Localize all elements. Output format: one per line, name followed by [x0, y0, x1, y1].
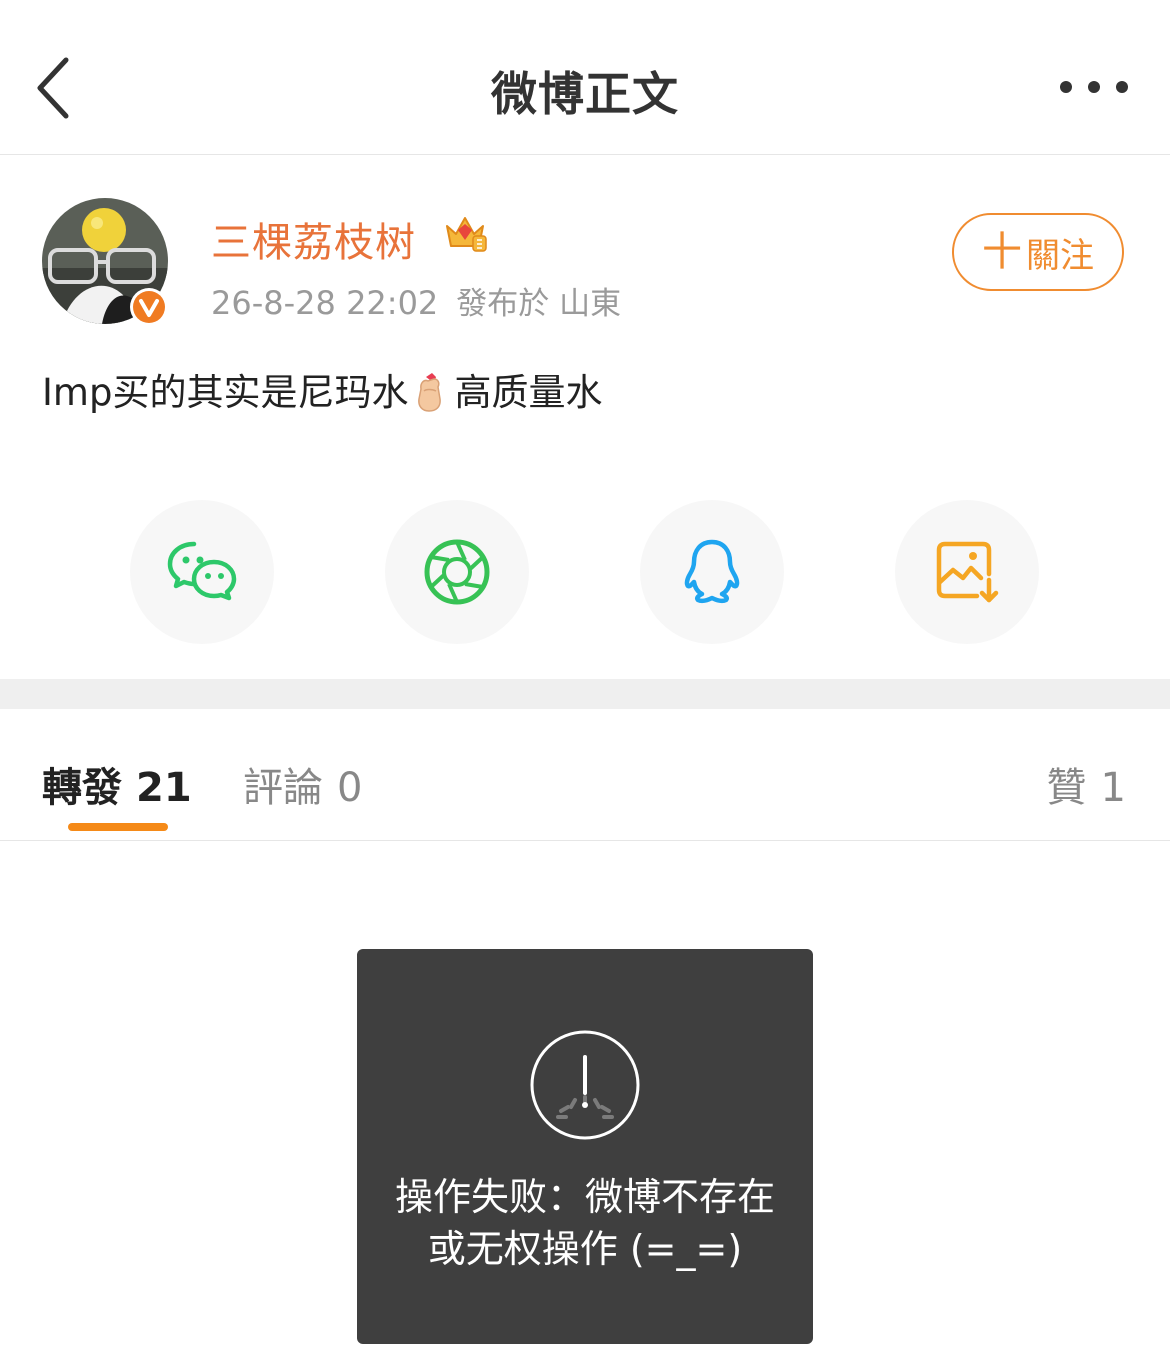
page-title: 微博正文 [491, 67, 679, 121]
post-timestamp: 26-8-28 22:02 [211, 284, 439, 322]
share-wechat-button[interactable] [130, 500, 274, 644]
toast-message: 操作失败：微博不存在或无权操作 (=_=) [394, 1175, 775, 1271]
plus-icon: 十 [982, 229, 1022, 275]
finger-heart-emoji-icon [418, 373, 442, 412]
exclamation-icon [530, 1030, 640, 1140]
nav-bar: 微博正文 [0, 0, 1170, 155]
share-qq-button[interactable] [640, 500, 784, 644]
more-horizontal-icon [1060, 81, 1128, 93]
follow-button[interactable]: 十 關注 [952, 213, 1124, 291]
interaction-tabs: 轉發 21 評論 0 贊1 [0, 709, 1170, 841]
active-tab-indicator [68, 823, 168, 831]
post-content: Imp买的其实是尼玛水 高质量水 [42, 362, 602, 416]
tab-reposts[interactable]: 轉發 21 [42, 755, 192, 813]
post-text-start: Imp买的其实是尼玛水 [42, 371, 409, 414]
follow-label: 關注 [1026, 235, 1094, 276]
wechat-icon [167, 541, 237, 601]
tab-reposts-count: 21 [136, 765, 192, 811]
tab-comments-label: 評論 [243, 765, 323, 811]
tab-comments-count: 0 [337, 765, 363, 811]
save-image-button[interactable] [895, 500, 1039, 644]
post-text-end: 高质量水 [454, 371, 603, 414]
verified-badge-icon [129, 287, 169, 327]
author-name[interactable]: 三棵荔枝树 [211, 210, 416, 268]
post-location: 發布於 山東 [456, 286, 622, 322]
tab-likes-count: 1 [1100, 765, 1126, 811]
share-moments-button[interactable] [385, 500, 529, 644]
more-button[interactable] [1056, 74, 1136, 102]
post-meta: 26-8-28 22:02 發布於 山東 [211, 278, 621, 323]
tab-likes[interactable]: 贊1 [1047, 755, 1126, 813]
qq-icon [684, 539, 740, 604]
moments-icon [424, 539, 490, 605]
error-toast: 操作失败：微博不存在或无权操作 (=_=) [357, 949, 813, 1344]
tab-reposts-label: 轉發 [42, 765, 122, 811]
save-image-icon [936, 541, 999, 603]
section-divider [0, 679, 1170, 709]
tab-likes-label: 贊 [1046, 765, 1087, 811]
tab-comments[interactable]: 評論 0 [243, 755, 362, 813]
crown-member-icon [442, 210, 488, 256]
